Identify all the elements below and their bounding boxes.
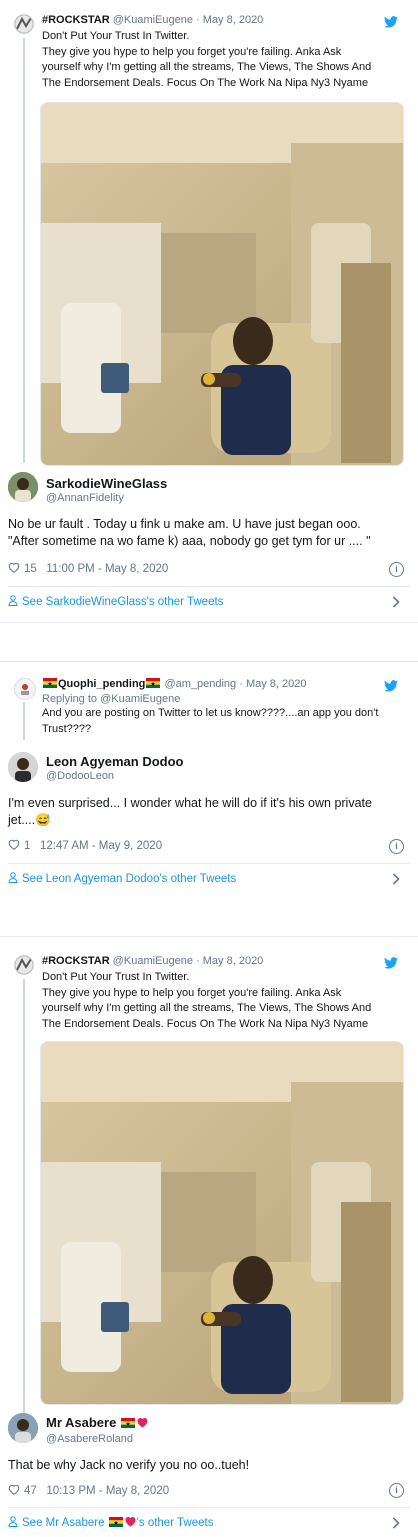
tweet-card-1: #ROCKSTAR @KuamiEugene · May 8, 2020 Don… <box>0 0 418 623</box>
quoted-line: Don't Put Your Trust In Twitter. <box>42 30 190 42</box>
chevron-right-icon[interactable] <box>392 873 400 885</box>
see-other-label-suffix: 's other Tweets <box>136 1517 214 1529</box>
tweet-time[interactable]: 11:00 PM - May 8, 2020 <box>46 563 168 575</box>
tweet-meta: 1 12:47 AM - May 9, 2020 <box>8 839 162 852</box>
quoted-text: Don't Put Your Trust In Twitter. They gi… <box>42 29 402 91</box>
tweet-meta: 15 11:00 PM - May 8, 2020 <box>8 562 168 575</box>
quoted-line: And you are posting on Twitter to let us… <box>42 707 379 719</box>
ghana-flag-icon <box>121 1418 135 1428</box>
twitter-bird-icon[interactable] <box>384 16 398 28</box>
divider <box>8 863 410 864</box>
reply-name-text: Mr Asabere <box>46 1415 117 1430</box>
tweet-time[interactable]: 10:13 PM - May 8, 2020 <box>46 1485 169 1497</box>
quoted-text: And you are posting on Twitter to let us… <box>42 706 402 737</box>
gap <box>0 898 418 936</box>
reply-avatar[interactable] <box>8 752 38 782</box>
like-count[interactable]: 47 <box>24 1485 37 1497</box>
reply-line: "After sometime na wo fame k) aaa, nobod… <box>8 534 371 548</box>
see-other-label: See Leon Agyeman Dodoo's other Tweets <box>22 873 237 885</box>
person-icon <box>8 595 18 606</box>
ghana-flag-icon <box>109 1517 123 1527</box>
quoted-line: yourself why I'm getting all the streams… <box>42 1002 372 1014</box>
reply-avatar[interactable] <box>8 472 38 502</box>
quoted-name[interactable]: Quophi_pending <box>58 678 145 690</box>
divider <box>8 1507 410 1508</box>
quoted-line: The Endorsement Deals. Focus On The Work… <box>42 1017 369 1030</box>
reply-text: I'm even surprised... I wonder what he w… <box>8 795 403 829</box>
quoted-handle[interactable]: @KuamiEugene <box>113 955 193 967</box>
thread-line <box>23 702 25 740</box>
see-other-tweets-link[interactable]: See Leon Agyeman Dodoo's other Tweets <box>8 872 236 885</box>
reply-line: jet....😅 <box>8 813 51 827</box>
thread-line <box>23 979 25 1421</box>
info-icon[interactable]: i <box>389 562 404 577</box>
quoted-date[interactable]: · May 8, 2020 <box>196 955 263 967</box>
reply-text: That be why Jack no verify you no oo..tu… <box>8 1457 403 1474</box>
tweet-photo[interactable] <box>40 1041 404 1405</box>
quoted-date[interactable]: · May 8, 2020 <box>196 14 263 26</box>
quoted-header: Quophi_pending @am_pending · May 8, 2020 <box>42 678 307 690</box>
info-icon[interactable]: i <box>389 1483 404 1498</box>
reply-name[interactable]: Leon Agyeman Dodoo <box>46 754 183 769</box>
quoted-header: #ROCKSTAR @KuamiEugene · May 8, 2020 <box>42 955 263 967</box>
thread-line <box>23 38 25 463</box>
see-other-tweets-link[interactable]: See Mr Asabere 's other Tweets <box>8 1516 213 1529</box>
quoted-text: Don't Put Your Trust In Twitter. They gi… <box>42 970 402 1032</box>
person-icon <box>8 872 18 883</box>
person-icon <box>8 1516 18 1527</box>
quoted-line: Don't Put Your Trust In Twitter. <box>42 971 190 983</box>
see-other-label: See Mr Asabere <box>22 1517 105 1529</box>
quoted-line: Trust???? <box>42 722 92 735</box>
quoted-tweet[interactable]: Quophi_pending @am_pending · May 8, 2020… <box>10 678 408 740</box>
reply-text: No be ur fault . Today u fink u make am.… <box>8 516 403 550</box>
reply-name[interactable]: Mr Asabere <box>46 1415 149 1430</box>
quoted-avatar[interactable] <box>14 14 34 34</box>
see-other-tweets-link[interactable]: See SarkodieWineGlass's other Tweets <box>8 595 223 608</box>
quoted-line: The Endorsement Deals. Focus On The Work… <box>42 76 369 89</box>
quoted-name[interactable]: #ROCKSTAR <box>42 14 110 26</box>
tweet-card-2: Quophi_pending @am_pending · May 8, 2020… <box>0 661 418 899</box>
tweet-card-3: #ROCKSTAR @KuamiEugene · May 8, 2020 Don… <box>0 936 418 1537</box>
red-heart-icon <box>124 1516 137 1527</box>
tweet-photo[interactable] <box>40 102 404 466</box>
gap <box>0 623 418 661</box>
see-other-label: See SarkodieWineGlass's other Tweets <box>22 596 224 608</box>
heart-icon[interactable] <box>8 1484 20 1495</box>
reply-avatar[interactable] <box>8 1413 38 1443</box>
ghana-flag-icon <box>43 678 57 688</box>
reply-handle[interactable]: @AsabereRoland <box>46 1433 133 1445</box>
heart-icon[interactable] <box>8 562 20 573</box>
ghana-flag-icon <box>146 678 160 688</box>
heart-icon[interactable] <box>8 839 20 850</box>
like-count[interactable]: 1 <box>24 840 30 852</box>
quoted-name[interactable]: #ROCKSTAR <box>42 955 110 967</box>
twitter-bird-icon[interactable] <box>384 957 398 969</box>
quoted-avatar[interactable] <box>14 678 36 700</box>
quoted-line: yourself why I'm getting all the streams… <box>42 61 372 73</box>
twitter-bird-icon[interactable] <box>384 680 398 692</box>
reply-line: That be why Jack no verify you no oo..tu… <box>8 1458 250 1472</box>
reply-line: No be ur fault . Today u fink u make am.… <box>8 517 361 531</box>
tweet-meta: 47 10:13 PM - May 8, 2020 <box>8 1484 169 1497</box>
chevron-right-icon[interactable] <box>392 596 400 608</box>
tweet-time[interactable]: 12:47 AM - May 9, 2020 <box>40 840 162 852</box>
quoted-header: #ROCKSTAR @KuamiEugene · May 8, 2020 <box>42 14 263 26</box>
quoted-date[interactable]: · May 8, 2020 <box>239 678 306 690</box>
quoted-handle[interactable]: @am_pending <box>164 678 236 690</box>
reply-handle[interactable]: @AnnanFidelity <box>46 492 124 504</box>
reply-handle[interactable]: @DodooLeon <box>46 770 114 782</box>
quoted-line: They give you hype to help you forget yo… <box>42 986 342 999</box>
reply-name[interactable]: SarkodieWineGlass <box>46 476 167 491</box>
quoted-handle[interactable]: @KuamiEugene <box>113 14 193 26</box>
chevron-right-icon[interactable] <box>392 1517 400 1529</box>
divider <box>8 586 410 587</box>
quoted-line: They give you hype to help you forget yo… <box>42 45 342 58</box>
like-count[interactable]: 15 <box>24 563 37 575</box>
red-heart-icon <box>136 1417 149 1428</box>
reply-line: I'm even surprised... I wonder what he w… <box>8 796 372 810</box>
quoted-avatar[interactable] <box>14 955 34 975</box>
info-icon[interactable]: i <box>389 839 404 854</box>
